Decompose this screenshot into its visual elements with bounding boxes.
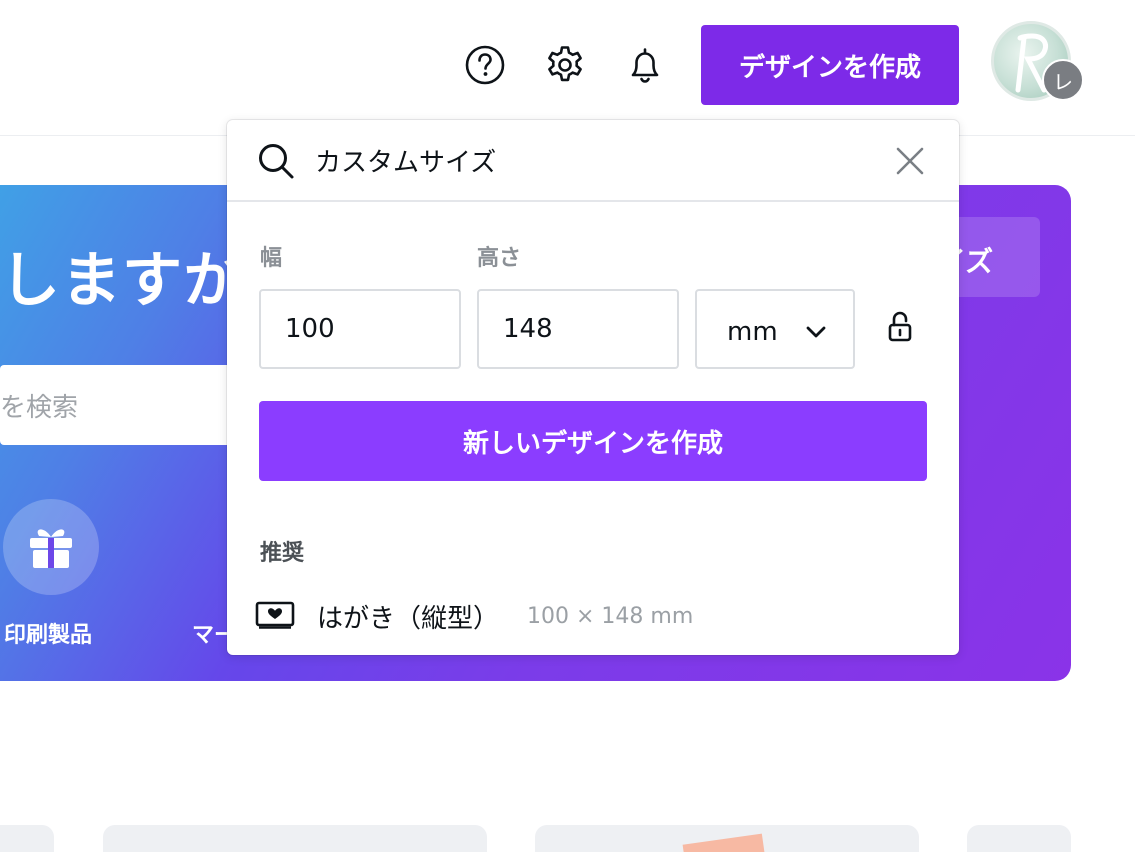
height-field-box	[477, 289, 679, 369]
unit-value: mm	[727, 317, 778, 347]
unit-select[interactable]: mm	[695, 289, 855, 369]
card-thumbnail	[682, 833, 768, 852]
custom-size-popup: 幅 高さ mm 新しいデザインを作成 推奨 はがき（	[227, 120, 959, 655]
popup-search-row	[227, 120, 959, 202]
template-card[interactable]	[535, 825, 919, 852]
help-button[interactable]	[464, 44, 506, 86]
template-card[interactable]	[967, 825, 1071, 852]
recommended-item[interactable]: はがき（縦型） 100 × 148 mm	[251, 588, 931, 644]
design-type-search-input[interactable]	[315, 136, 875, 184]
gift-icon	[30, 529, 72, 568]
help-icon	[465, 45, 505, 85]
category-label-print: 印刷製品	[4, 623, 93, 648]
recommended-item-size: 100 × 148 mm	[527, 604, 694, 629]
width-label: 幅	[260, 246, 283, 271]
recommended-item-name: はがき（縦型）	[317, 604, 500, 634]
height-label: 高さ	[477, 246, 522, 271]
create-design-button[interactable]: デザインを作成	[701, 25, 959, 105]
hero-search-placeholder: を検索	[0, 393, 79, 423]
width-field-box	[259, 289, 461, 369]
settings-button[interactable]	[544, 44, 586, 86]
category-print-button[interactable]	[3, 499, 99, 595]
template-card[interactable]	[0, 825, 54, 852]
search-icon	[259, 144, 294, 179]
avatar-badge: レ	[1042, 59, 1084, 101]
chevron-down-icon	[806, 326, 826, 338]
hero-title: しますか	[0, 246, 244, 316]
bell-icon	[631, 48, 659, 83]
notifications-button[interactable]	[624, 44, 666, 86]
postcard-icon	[255, 601, 295, 629]
width-input[interactable]	[261, 291, 459, 367]
height-input[interactable]	[479, 291, 677, 367]
gear-icon	[548, 46, 582, 82]
template-card[interactable]	[103, 825, 487, 852]
recommended-heading: 推奨	[260, 541, 305, 566]
close-icon[interactable]	[891, 142, 929, 180]
create-new-design-button[interactable]: 新しいデザインを作成	[259, 401, 927, 481]
unlock-icon[interactable]	[885, 310, 915, 344]
